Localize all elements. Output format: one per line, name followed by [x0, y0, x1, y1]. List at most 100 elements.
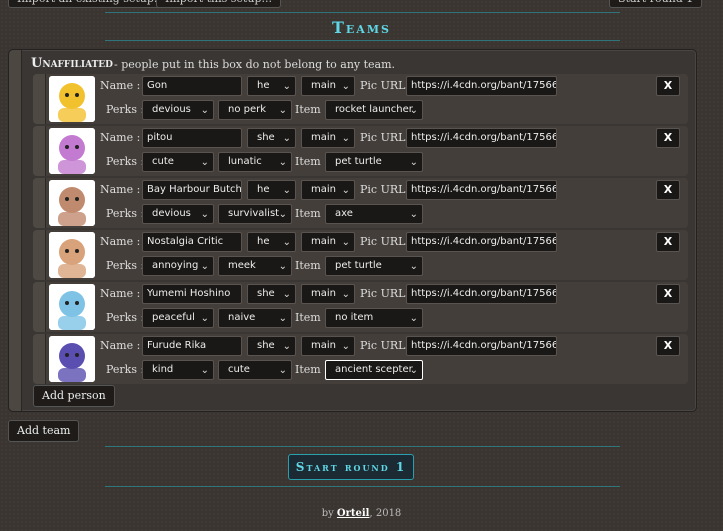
item-select[interactable]: rocket launcher ⌄ [325, 100, 423, 120]
perk2-select[interactable]: survivalist ⌄ [218, 204, 292, 224]
gender-select[interactable]: he ⌄ [247, 180, 296, 200]
remove-person-button[interactable]: X [656, 232, 680, 252]
item-select-value: pet turtle [335, 156, 382, 167]
remove-person-button[interactable]: X [656, 128, 680, 148]
person-row: Name : Gon he ⌄ main ⌄ Pic URL : https://i.4cdn… [33, 74, 688, 124]
pic-url-input[interactable]: https://i.4cdn.org/bant/17566150 [406, 232, 557, 252]
add-team-button[interactable]: Add team [8, 420, 80, 442]
perk1-select-value: cute [152, 156, 174, 167]
perk1-select-value: annoying [152, 260, 199, 271]
chevron-down-icon: ⌄ [409, 313, 418, 324]
person-row: Name : pitou she ⌄ main ⌄ Pic URL : https://i.4… [33, 126, 688, 176]
gender-select[interactable]: she ⌄ [247, 284, 296, 304]
gender-select[interactable]: she ⌄ [247, 128, 296, 148]
perk2-select-value: meek [228, 260, 256, 271]
gender-select[interactable]: she ⌄ [247, 336, 296, 356]
role-select[interactable]: main ⌄ [301, 232, 355, 252]
name-label: Name : [100, 287, 141, 300]
name-input[interactable]: Furude Rika [142, 336, 242, 356]
pic-url-input[interactable]: https://i.4cdn.org/bant/17566146 [406, 76, 557, 96]
footer: by Orteil, 2018 [0, 508, 723, 519]
name-input[interactable]: Gon [142, 76, 242, 96]
perk2-select[interactable]: naive ⌄ [218, 308, 292, 328]
perk2-select[interactable]: no perk ⌄ [218, 100, 292, 120]
gender-select-value: she [257, 340, 275, 351]
pic-url-input[interactable]: https://i.4cdn.org/bant/17566151 [406, 284, 557, 304]
author-link[interactable]: Orteil [337, 508, 370, 519]
item-select[interactable]: pet turtle ⌄ [325, 152, 423, 172]
avatar [49, 128, 95, 174]
avatar [49, 180, 95, 226]
name-label: Name : [100, 79, 141, 92]
gender-select[interactable]: he ⌄ [247, 76, 296, 96]
divider [105, 486, 620, 487]
item-label: Item : [295, 103, 328, 116]
pic-url-input[interactable]: https://i.4cdn.org/bant/17566148 [406, 180, 557, 200]
role-select[interactable]: main ⌄ [301, 336, 355, 356]
start-round-top-button[interactable]: Start round 1 [609, 0, 703, 8]
remove-person-button[interactable]: X [656, 76, 680, 96]
person-drag-handle[interactable] [33, 334, 46, 384]
remove-person-button[interactable]: X [656, 180, 680, 200]
pic-url-input[interactable]: https://i.4cdn.org/bant/17566148 [406, 128, 557, 148]
add-person-button[interactable]: Add person [33, 385, 115, 407]
role-select[interactable]: main ⌄ [301, 128, 355, 148]
gender-select-value: she [257, 288, 275, 299]
remove-person-button[interactable]: X [656, 336, 680, 356]
footer-year: , 2018 [369, 508, 402, 519]
person-row: Name : Yumemi Hoshino she ⌄ main ⌄ Pic URL : ht… [33, 282, 688, 332]
chevron-down-icon: ⌄ [341, 341, 350, 352]
role-select-value: main [311, 184, 336, 195]
name-input[interactable]: Yumemi Hoshino [142, 284, 242, 304]
name-label: Name : [100, 131, 141, 144]
team-drag-handle[interactable] [9, 50, 22, 411]
perk1-select-value: devious [152, 104, 191, 115]
chevron-down-icon: ⌄ [282, 237, 291, 248]
role-select[interactable]: main ⌄ [301, 284, 355, 304]
person-row: Name : Nostalgia Critic he ⌄ main ⌄ Pic URL :h… [33, 230, 688, 280]
perk2-select[interactable]: lunatic ⌄ [218, 152, 292, 172]
name-input[interactable]: Bay Harbour Butcher [142, 180, 242, 200]
item-select-value: pet turtle [335, 260, 382, 271]
pic-url-input[interactable]: https://i.4cdn.org/bant/17566152 [406, 336, 557, 356]
role-select-value: main [311, 236, 336, 247]
chevron-down-icon: ⌄ [282, 185, 291, 196]
item-select[interactable]: pet turtle ⌄ [325, 256, 423, 276]
person-drag-handle[interactable] [33, 178, 46, 228]
perk2-select-value: lunatic [228, 156, 262, 167]
person-drag-handle[interactable] [33, 282, 46, 332]
start-round-button[interactable]: Start round 1 [288, 454, 414, 480]
item-select[interactable]: axe ⌄ [325, 204, 423, 224]
import-this-setup-button[interactable]: Import this setup... [156, 0, 281, 8]
person-drag-handle[interactable] [33, 74, 46, 124]
perk1-select[interactable]: kind ⌄ [142, 360, 214, 380]
chevron-down-icon: ⌄ [282, 81, 291, 92]
gender-select[interactable]: he ⌄ [247, 232, 296, 252]
person-drag-handle[interactable] [33, 126, 46, 176]
name-input[interactable]: Nostalgia Critic [142, 232, 242, 252]
divider [105, 446, 620, 447]
perk1-select[interactable]: cute ⌄ [142, 152, 214, 172]
role-select[interactable]: main ⌄ [301, 180, 355, 200]
import-existing-setup-button[interactable]: Import an existing setup... [8, 0, 174, 8]
perk1-select[interactable]: devious ⌄ [142, 204, 214, 224]
name-label: Name : [100, 183, 141, 196]
chevron-down-icon: ⌄ [200, 209, 209, 220]
role-select[interactable]: main ⌄ [301, 76, 355, 96]
chevron-down-icon: ⌄ [341, 133, 350, 144]
divider [105, 40, 620, 41]
name-input[interactable]: pitou [142, 128, 242, 148]
remove-person-button[interactable]: X [656, 284, 680, 304]
perk1-select[interactable]: annoying ⌄ [142, 256, 214, 276]
item-select[interactable]: no item ⌄ [325, 308, 423, 328]
perk1-select[interactable]: peaceful ⌄ [142, 308, 214, 328]
perk2-select-value: survivalist [228, 208, 280, 219]
perk2-select[interactable]: meek ⌄ [218, 256, 292, 276]
person-drag-handle[interactable] [33, 230, 46, 280]
chevron-down-icon: ⌄ [278, 157, 287, 168]
item-select[interactable]: ancient scepter ⌄ [325, 360, 423, 380]
perk2-select[interactable]: cute ⌄ [218, 360, 292, 380]
perks-label: Perks : [106, 363, 145, 376]
team-description: - people put in this box do not belong t… [114, 58, 396, 71]
perk1-select[interactable]: devious ⌄ [142, 100, 214, 120]
